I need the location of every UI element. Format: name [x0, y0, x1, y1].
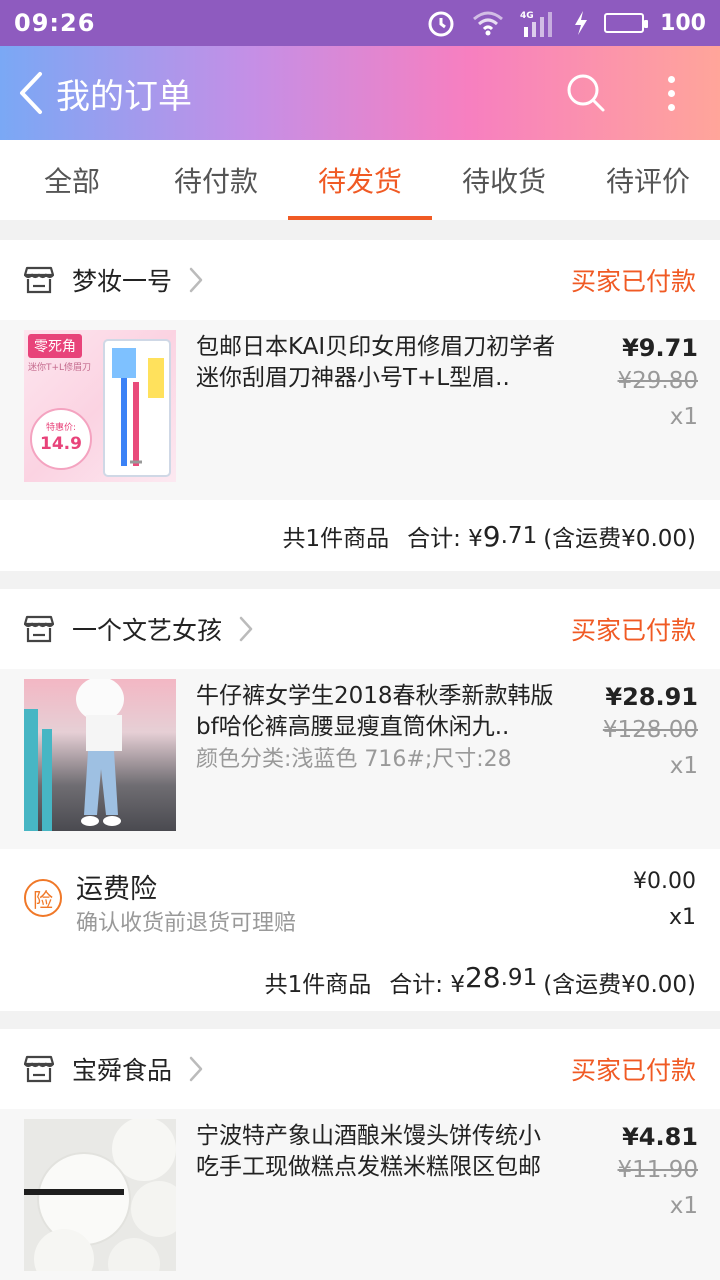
order-status: 买家已付款	[570, 1056, 696, 1085]
alarm-icon	[428, 11, 454, 37]
shop-icon	[24, 615, 54, 643]
product-thumbnail[interactable]: 零死角 迷你T+L修眉刀 特惠价: 14.9	[24, 330, 176, 482]
order-item[interactable]: 零死角 迷你T+L修眉刀 特惠价: 14.9 包邮日本KAI贝印女用修眉刀初学者…	[0, 320, 720, 500]
product-price: ¥9.71	[622, 334, 698, 362]
more-dot-icon	[667, 89, 675, 97]
total-amount-int: 28	[464, 961, 501, 994]
order-item[interactable]: 牛仔裤女学生2018春秋季新款韩版bf哈伦裤高腰显瘦直筒休闲九.. 颜色分类:浅…	[0, 669, 720, 849]
product-photo-rice-cakes	[24, 1119, 176, 1271]
tab-pending-payment[interactable]: 待付款	[144, 140, 288, 220]
order-status: 买家已付款	[570, 616, 696, 645]
tab-pending-review[interactable]: 待评价	[576, 140, 720, 220]
product-price: ¥28.91	[605, 683, 698, 711]
search-icon[interactable]	[563, 70, 609, 116]
order-summary: 共1件商品 合计: ¥ 28 .91 (含运费¥0.00)	[0, 959, 720, 1011]
order-status: 买家已付款	[570, 267, 696, 296]
thumb-deal-price: 14.9	[40, 434, 82, 454]
tab-pending-receipt[interactable]: 待收货	[432, 140, 576, 220]
wifi-icon	[473, 11, 504, 36]
order-tabs: 全部 待付款 待发货 待收货 待评价	[0, 140, 720, 220]
item-count: 共1件商品	[282, 526, 390, 552]
shipping-insurance[interactable]: 险 运费险 确认收货前退货可理赔 ¥0.00 x1	[0, 849, 720, 959]
order-card[interactable]: 宝舜食品 买家已付款 宁波特产象山酒酿米馒头饼传统小吃手工现做糕点发糕米糕限区包…	[0, 1029, 720, 1280]
product-package-image	[103, 339, 171, 477]
network-label: 4G	[520, 11, 534, 21]
chevron-right-icon	[239, 616, 253, 642]
insurance-quantity: x1	[668, 905, 696, 930]
shop-row[interactable]: 一个文艺女孩 买家已付款	[0, 589, 720, 669]
more-dot-icon	[667, 103, 675, 111]
battery-level: 100	[660, 10, 706, 36]
thumb-price-circle: 特惠价: 14.9	[30, 408, 92, 470]
order-summary: 共1件商品 合计: ¥ 9 .71 (含运费¥0.00)	[0, 500, 720, 572]
product-quantity: x1	[669, 1193, 698, 1219]
tab-all[interactable]: 全部	[0, 140, 144, 220]
thumb-subtitle: 迷你T+L修眉刀	[28, 363, 92, 373]
product-title[interactable]: 牛仔裤女学生2018春秋季新款韩版bf哈伦裤高腰显瘦直筒休闲九..	[196, 681, 560, 743]
app-header: 我的订单	[0, 46, 720, 140]
shop-name: 宝舜食品	[72, 1056, 173, 1085]
product-variant: 颜色分类:浅蓝色 716#;尺寸:28	[196, 747, 512, 772]
chevron-right-icon	[189, 267, 203, 293]
status-time: 09:26	[14, 9, 96, 37]
chevron-right-icon	[189, 1056, 203, 1082]
product-quantity: x1	[669, 753, 698, 779]
product-original-price: ¥29.80	[617, 368, 698, 394]
product-title[interactable]: 宁波特产象山酒酿米馒头饼传统小吃手工现做糕点发糕米糕限区包邮	[196, 1121, 560, 1183]
product-thumbnail[interactable]	[24, 679, 176, 831]
shop-row[interactable]: 梦妆一号 买家已付款	[0, 240, 720, 320]
item-count: 共1件商品	[264, 972, 372, 998]
insurance-badge-icon: 险	[24, 879, 62, 917]
status-icons: 4G 100	[426, 8, 706, 38]
product-quantity: x1	[669, 404, 698, 430]
total-label: 合计: ¥	[407, 526, 483, 552]
tab-pending-shipment[interactable]: 待发货	[288, 140, 432, 220]
thumb-brand: 零死角	[28, 334, 82, 358]
more-dot-icon	[667, 75, 675, 83]
back-button[interactable]	[6, 46, 56, 140]
product-thumbnail[interactable]	[24, 1119, 176, 1271]
insurance-title: 运费险	[76, 874, 157, 905]
shipping-fee: (含运费¥0.00)	[543, 972, 696, 998]
product-original-price: ¥11.90	[617, 1157, 698, 1183]
insurance-description: 确认收货前退货可理赔	[76, 911, 297, 936]
shop-icon	[24, 1055, 54, 1083]
product-price: ¥4.81	[622, 1123, 698, 1151]
shop-name: 一个文艺女孩	[72, 616, 223, 645]
order-card[interactable]: 一个文艺女孩 买家已付款 牛仔裤女学生2018春秋季新款韩版bf哈伦裤高腰显瘦直…	[0, 589, 720, 1011]
charging-icon	[575, 11, 588, 35]
shop-name: 梦妆一号	[72, 267, 173, 296]
product-original-price: ¥128.00	[602, 717, 698, 743]
total-amount-dec: .91	[500, 965, 538, 991]
order-item[interactable]: 宁波特产象山酒酿米馒头饼传统小吃手工现做糕点发糕米糕限区包邮 ¥4.81 ¥11…	[0, 1109, 720, 1280]
page-title: 我的订单	[56, 76, 192, 117]
status-bar: 09:26 4G 100	[0, 0, 720, 46]
shipping-fee: (含运费¥0.00)	[543, 526, 696, 552]
insurance-price: ¥0.00	[633, 869, 696, 894]
order-card[interactable]: 梦妆一号 买家已付款 零死角 迷你T+L修眉刀 特惠价: 14.9 包邮日本KA…	[0, 240, 720, 571]
shop-icon	[24, 266, 54, 294]
product-photo-jeans	[24, 679, 124, 831]
battery-icon	[604, 13, 649, 33]
more-options-button[interactable]	[654, 70, 688, 116]
chevron-left-icon	[20, 72, 42, 114]
product-title[interactable]: 包邮日本KAI贝印女用修眉刀初学者迷你刮眉刀神器小号T+L型眉..	[196, 332, 560, 394]
shop-row[interactable]: 宝舜食品 买家已付款	[0, 1029, 720, 1109]
total-amount-dec: .71	[500, 523, 538, 549]
total-amount-int: 9	[482, 519, 501, 553]
total-label: 合计: ¥	[389, 972, 465, 998]
thumb-deal-label: 特惠价:	[45, 423, 77, 433]
signal-icon: 4G	[520, 11, 553, 37]
